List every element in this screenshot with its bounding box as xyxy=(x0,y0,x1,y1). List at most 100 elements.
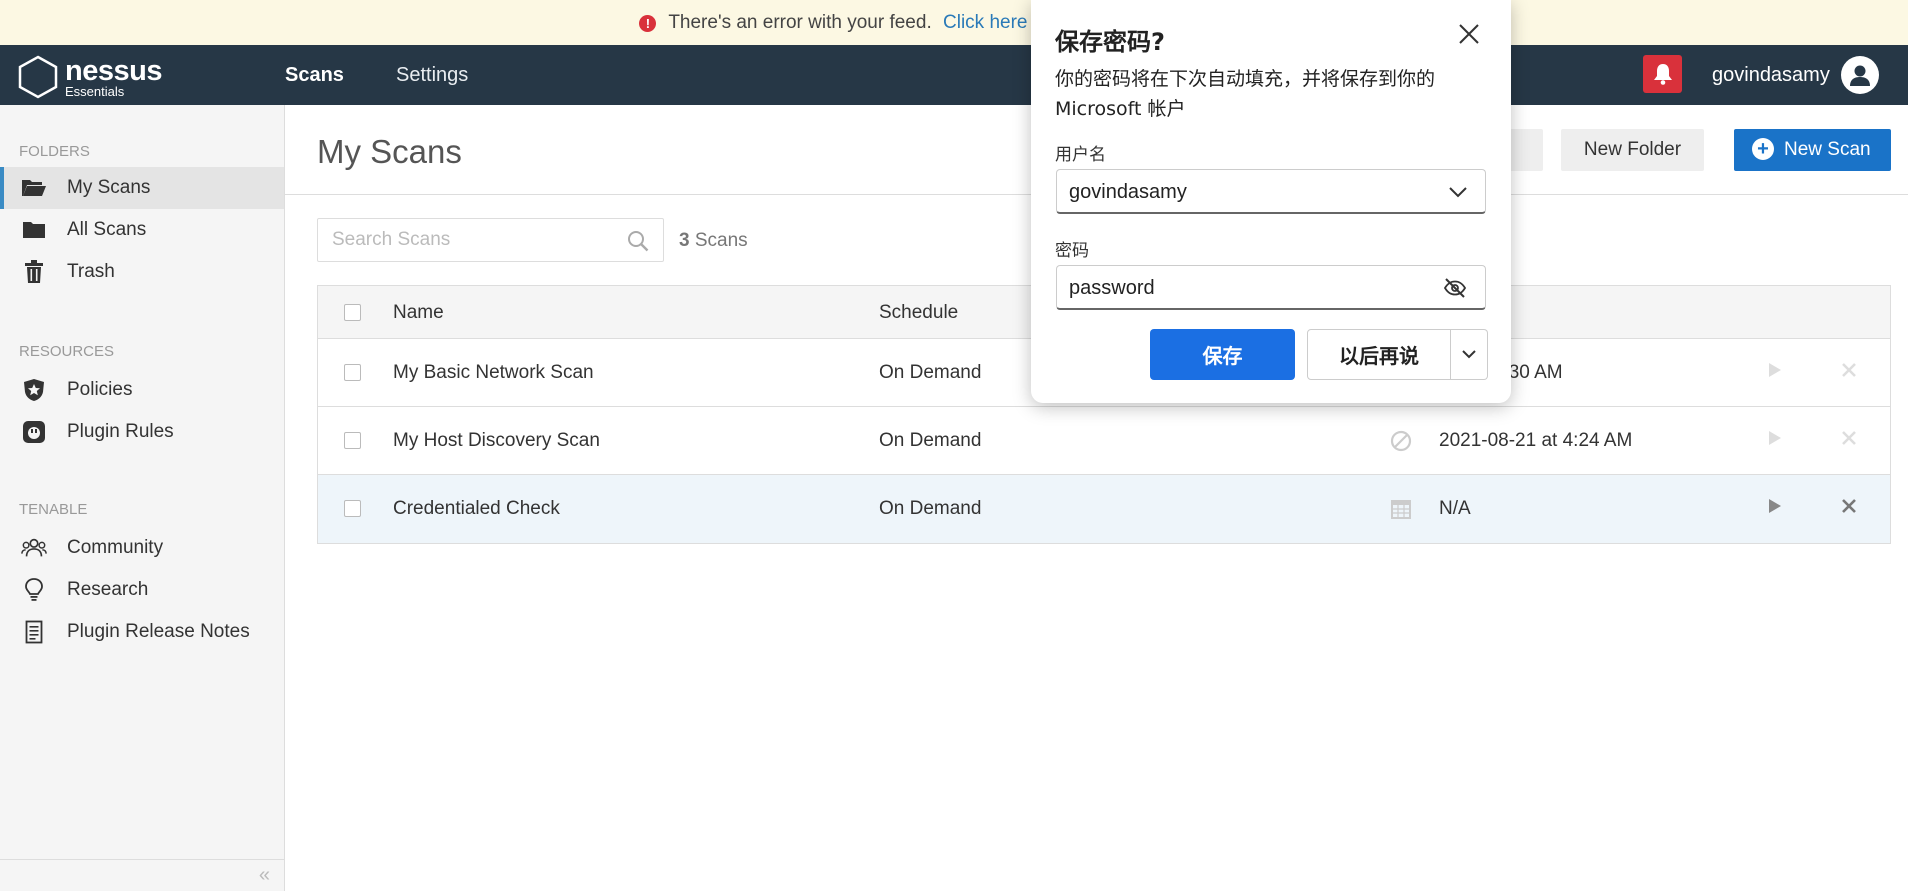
scan-count-number: 3 xyxy=(679,230,690,251)
folders-section-title: FOLDERS xyxy=(19,143,90,160)
sidebar-item-label: Plugin Rules xyxy=(67,421,174,442)
eye-slash-icon[interactable] xyxy=(1443,278,1467,298)
play-icon xyxy=(1769,363,1781,377)
search-box xyxy=(317,218,664,262)
status-indicator xyxy=(1390,498,1412,526)
sidebar-item-label: My Scans xyxy=(67,177,151,198)
scan-schedule: On Demand xyxy=(879,498,982,519)
scan-name[interactable]: Credentialed Check xyxy=(393,498,560,520)
canceled-icon xyxy=(1390,430,1412,452)
scan-modified: 2021-08-21 at 4:24 AM xyxy=(1439,430,1633,451)
sidebar-item-plugin-release-notes[interactable]: Plugin Release Notes xyxy=(0,611,284,653)
table-row[interactable]: Credentialed Check On Demand N/A xyxy=(318,475,1890,543)
scan-modified: N/A xyxy=(1439,498,1471,519)
resources-section-title: RESOURCES xyxy=(19,343,115,360)
top-navbar: nessus Essentials Scans Settings govinda… xyxy=(0,45,1908,105)
page-title: My Scans xyxy=(317,133,462,170)
scan-count-label: Scans xyxy=(694,230,748,251)
username-field[interactable]: govindasamy xyxy=(1056,169,1486,214)
launch-button[interactable] xyxy=(1768,498,1782,520)
sidebar-item-label: Research xyxy=(67,579,149,600)
nessus-logo[interactable]: nessus Essentials xyxy=(17,53,177,99)
search-icon[interactable] xyxy=(627,230,649,252)
close-icon xyxy=(1842,363,1856,377)
launch-button[interactable] xyxy=(1768,430,1782,452)
brand-subtitle: Essentials xyxy=(65,84,125,99)
row-checkbox[interactable] xyxy=(344,364,361,381)
sidebar-item-community[interactable]: Community xyxy=(0,527,284,569)
avatar[interactable] xyxy=(1841,56,1879,94)
error-icon: ! xyxy=(639,14,657,32)
shield-icon xyxy=(21,377,47,403)
folder-open-icon xyxy=(21,175,47,201)
tab-settings[interactable]: Settings xyxy=(396,45,468,105)
close-icon xyxy=(1842,431,1856,445)
close-icon xyxy=(1459,24,1479,44)
users-icon xyxy=(21,535,47,561)
sidebar: FOLDERS My Scans All Scans Trash RESOURC… xyxy=(0,105,285,891)
folder-icon xyxy=(21,217,47,243)
lightbulb-icon xyxy=(21,577,47,603)
status-indicator xyxy=(1390,430,1412,458)
row-checkbox[interactable] xyxy=(344,432,361,449)
chevron-down-icon[interactable] xyxy=(1449,186,1467,198)
dialog-title: 保存密码? xyxy=(1055,28,1165,56)
not-now-button[interactable]: 以后再说 xyxy=(1307,329,1451,380)
sidebar-item-plugin-rules[interactable]: Plugin Rules xyxy=(0,411,284,453)
double-chevron-left-icon: « xyxy=(258,864,270,886)
delete-button[interactable] xyxy=(1841,430,1857,452)
table-row[interactable]: My Host Discovery Scan On Demand 2021-08… xyxy=(318,407,1890,475)
plug-icon xyxy=(21,419,47,445)
sidebar-item-my-scans[interactable]: My Scans xyxy=(0,167,284,209)
sidebar-item-policies[interactable]: Policies xyxy=(0,369,284,411)
close-icon xyxy=(1842,499,1856,513)
scan-count: 3 Scans xyxy=(679,230,748,252)
delete-button[interactable] xyxy=(1841,362,1857,384)
trash-icon xyxy=(21,259,47,285)
play-icon xyxy=(1769,499,1781,513)
password-field-label: 密码 xyxy=(1055,241,1089,261)
hexagon-logo-icon xyxy=(18,55,58,99)
scan-name[interactable]: My Host Discovery Scan xyxy=(393,430,600,452)
plus-circle-icon: + xyxy=(1752,138,1774,160)
sidebar-item-label: Community xyxy=(67,537,164,558)
launch-button[interactable] xyxy=(1768,362,1782,384)
select-all-checkbox[interactable] xyxy=(344,304,361,321)
calendar-icon xyxy=(1391,500,1411,519)
scan-schedule: On Demand xyxy=(879,430,982,451)
document-icon xyxy=(21,619,47,645)
row-checkbox[interactable] xyxy=(344,500,361,517)
sidebar-item-label: All Scans xyxy=(67,219,147,240)
search-input[interactable] xyxy=(332,229,612,251)
column-name[interactable]: Name xyxy=(393,302,444,324)
column-schedule[interactable]: Schedule xyxy=(879,302,958,324)
user-icon xyxy=(1850,65,1870,86)
sidebar-collapse-button[interactable]: « xyxy=(0,859,284,891)
scan-schedule: On Demand xyxy=(879,362,982,383)
bell-icon xyxy=(1653,64,1672,85)
tenable-section-title: TENABLE xyxy=(19,501,88,518)
not-now-dropdown-button[interactable] xyxy=(1451,329,1488,380)
new-folder-button[interactable]: New Folder xyxy=(1561,129,1704,171)
username-field-label: 用户名 xyxy=(1055,145,1106,165)
save-password-dialog: 保存密码? 你的密码将在下次自动填充，并将保存到你的 Microsoft 帐户 … xyxy=(1031,0,1511,403)
username-label[interactable]: govindasamy xyxy=(1712,45,1830,105)
banner-message: There's an error with your feed. xyxy=(668,11,932,33)
sidebar-item-label: Trash xyxy=(67,261,115,282)
dialog-close-button[interactable] xyxy=(1457,22,1481,46)
sidebar-item-research[interactable]: Research xyxy=(0,569,284,611)
sidebar-item-trash[interactable]: Trash xyxy=(0,251,284,293)
password-value: password xyxy=(1069,277,1155,299)
scan-name[interactable]: My Basic Network Scan xyxy=(393,362,594,384)
delete-button[interactable] xyxy=(1841,498,1857,520)
sidebar-item-all-scans[interactable]: All Scans xyxy=(0,209,284,251)
sidebar-item-label: Policies xyxy=(67,379,133,400)
tab-scans[interactable]: Scans xyxy=(285,45,344,105)
save-button[interactable]: 保存 xyxy=(1150,329,1295,380)
new-scan-label: New Scan xyxy=(1784,139,1871,160)
notifications-button[interactable] xyxy=(1643,55,1682,93)
dialog-description: 你的密码将在下次自动填充，并将保存到你的 Microsoft 帐户 xyxy=(1055,68,1436,120)
username-value: govindasamy xyxy=(1069,181,1187,203)
new-scan-button[interactable]: + New Scan xyxy=(1734,129,1891,171)
password-field[interactable]: password xyxy=(1056,265,1486,310)
